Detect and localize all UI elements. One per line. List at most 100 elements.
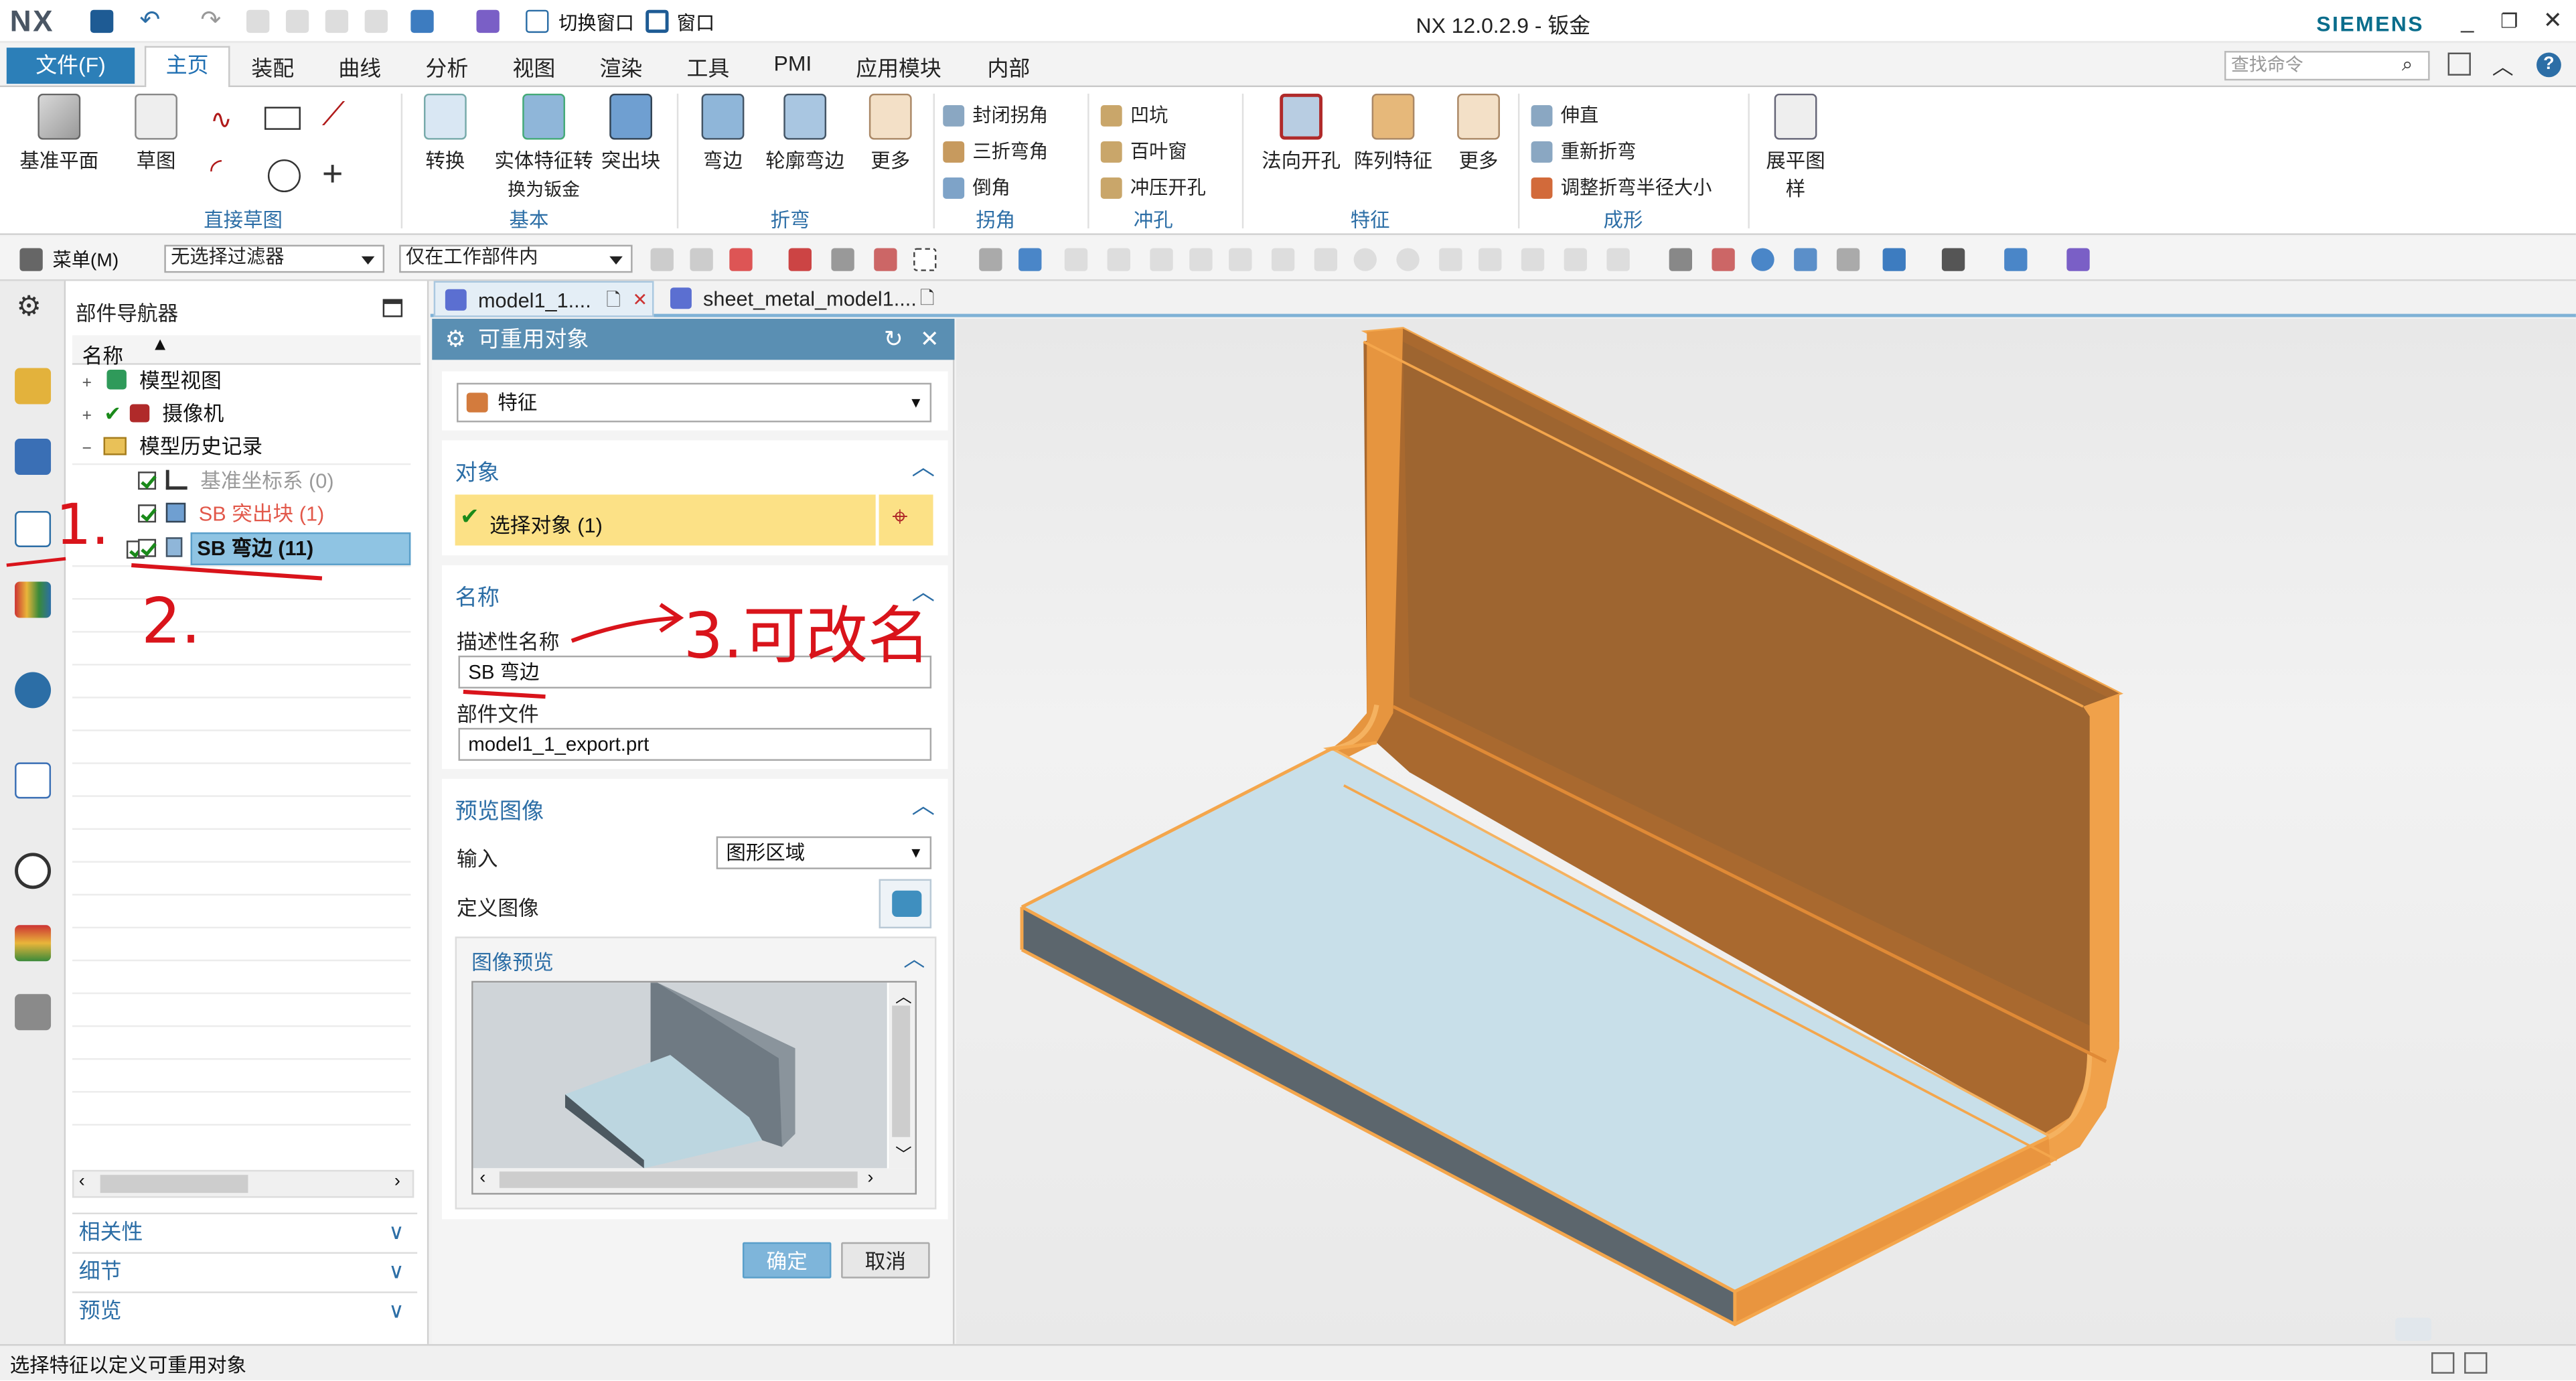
paste-icon[interactable] bbox=[325, 9, 349, 33]
tree-node-tab-feature[interactable]: SB 突出块 (1) bbox=[72, 498, 410, 530]
select-icon[interactable] bbox=[874, 248, 897, 271]
closed-corner-button[interactable]: 封闭拐角 bbox=[943, 102, 1048, 128]
sketch-button[interactable]: 草图 bbox=[119, 93, 194, 174]
rectangle-icon[interactable] bbox=[264, 106, 301, 130]
settings-icon[interactable]: ⚙ bbox=[17, 291, 42, 323]
tab-home[interactable]: 主页 bbox=[144, 46, 230, 88]
louver-button[interactable]: 百叶窗 bbox=[1100, 138, 1187, 164]
scroll-thumb[interactable] bbox=[499, 1171, 858, 1188]
navigator-column-header[interactable]: 名称 ▲ bbox=[72, 335, 421, 368]
close-window-icon[interactable]: ✕ bbox=[2543, 7, 2563, 35]
body-icon[interactable] bbox=[1018, 248, 1042, 271]
rotate-icon[interactable] bbox=[1751, 248, 1774, 271]
contour-flange-button[interactable]: 轮廓弯边 bbox=[759, 93, 850, 174]
doc-tab-sheet-metal-model1[interactable]: sheet_metal_model1.... 🗋 bbox=[660, 281, 939, 317]
select-icon[interactable] bbox=[788, 248, 812, 271]
file-menu-tab[interactable]: 文件(F) bbox=[6, 48, 135, 84]
command-search-input[interactable]: 查找命令 bbox=[2224, 51, 2430, 81]
maximize-panel-icon[interactable] bbox=[382, 299, 403, 317]
view-icon[interactable] bbox=[1836, 248, 1860, 271]
touch-mode-icon[interactable] bbox=[410, 9, 434, 33]
more-bend-button[interactable]: 更多 bbox=[858, 93, 923, 174]
system-materials-icon[interactable] bbox=[15, 925, 52, 962]
convert-button[interactable]: 转换 bbox=[410, 93, 479, 174]
tab-assembly[interactable]: 装配 bbox=[251, 51, 294, 82]
select-icon[interactable] bbox=[729, 248, 753, 271]
tree-node-model-views[interactable]: + 模型视图 bbox=[72, 365, 410, 398]
chamfer-button[interactable]: 倒角 bbox=[943, 174, 1010, 200]
chevron-up-icon[interactable]: ︿ bbox=[912, 789, 935, 822]
section-dependencies[interactable]: 相关性 ∨ bbox=[72, 1212, 418, 1249]
orient-view-icon[interactable] bbox=[2004, 248, 2028, 271]
snap-point-icon[interactable] bbox=[1606, 248, 1630, 271]
three-bend-corner-button[interactable]: 三折弯角 bbox=[943, 138, 1048, 164]
scroll-thumb[interactable] bbox=[892, 1005, 911, 1137]
expand-icon[interactable]: + bbox=[82, 407, 92, 425]
tab-feature-button[interactable]: 突出块 bbox=[598, 93, 664, 174]
search-icon[interactable]: ⌕ bbox=[2402, 53, 2413, 78]
assembly-navigator-icon[interactable] bbox=[15, 368, 52, 405]
window-menu-button[interactable]: 窗口 bbox=[677, 10, 714, 36]
graphics-window[interactable] bbox=[956, 318, 2576, 1344]
name-section-header[interactable]: 名称 bbox=[455, 579, 500, 611]
sheet-metal-part-model[interactable] bbox=[956, 319, 2576, 1344]
snap-point-icon[interactable] bbox=[1396, 248, 1420, 271]
section-details[interactable]: 细节 ∨ bbox=[72, 1252, 418, 1289]
chevron-up-icon[interactable]: ︿ bbox=[912, 450, 935, 483]
snap-point-icon[interactable] bbox=[1439, 248, 1462, 271]
scroll-up-icon[interactable]: ︿ bbox=[895, 983, 912, 1007]
status-icon[interactable] bbox=[2431, 1352, 2455, 1374]
snap-point-icon[interactable] bbox=[1314, 248, 1338, 271]
reuse-library-icon[interactable] bbox=[15, 581, 52, 618]
reset-icon[interactable]: ↻ bbox=[884, 319, 903, 360]
ribbon-options-icon[interactable] bbox=[2447, 52, 2471, 76]
tree-node-flange[interactable]: SB 弯边 (11) bbox=[72, 532, 410, 565]
scroll-left-icon[interactable]: ‹ bbox=[479, 1168, 485, 1187]
object-section-header[interactable]: 对象 bbox=[455, 453, 500, 486]
select-icon[interactable] bbox=[831, 248, 854, 271]
switch-window-icon[interactable] bbox=[526, 9, 549, 33]
visibility-checkbox[interactable] bbox=[138, 504, 157, 523]
fit-view-icon[interactable] bbox=[1669, 248, 1693, 271]
minimize-icon[interactable]: _ bbox=[2461, 7, 2474, 33]
role-icon[interactable] bbox=[15, 994, 52, 1031]
image-preview-header[interactable]: 图像预览 bbox=[471, 945, 554, 976]
selection-scope-dropdown[interactable]: 仅在工作部件内 bbox=[399, 244, 633, 273]
input-dropdown[interactable]: 图形区域 ▼ bbox=[716, 836, 932, 869]
solid-icon[interactable] bbox=[979, 248, 1002, 271]
menu-button[interactable]: 菜单(M) bbox=[53, 246, 119, 273]
window-icon[interactable] bbox=[646, 9, 669, 33]
doc-tab-model1[interactable]: model1_1.... 🗋 ✕ bbox=[433, 281, 654, 317]
snap-icon[interactable] bbox=[690, 248, 713, 271]
snap-icon[interactable] bbox=[650, 248, 674, 271]
visibility-checkbox[interactable] bbox=[138, 538, 157, 557]
tab-internal[interactable]: 内部 bbox=[987, 51, 1030, 82]
snap-point-icon[interactable] bbox=[1271, 248, 1295, 271]
tab-render[interactable]: 渲染 bbox=[599, 51, 642, 82]
tab-analysis[interactable]: 分析 bbox=[425, 51, 468, 82]
line-icon[interactable]: ⟋ bbox=[322, 97, 345, 135]
help-icon[interactable]: ? bbox=[2536, 52, 2561, 78]
tab-curve[interactable]: 曲线 bbox=[338, 51, 381, 82]
snap-point-icon[interactable] bbox=[1150, 248, 1173, 271]
status-icon[interactable] bbox=[2464, 1352, 2488, 1374]
point-icon[interactable]: + bbox=[322, 153, 344, 196]
horizontal-scrollbar[interactable]: ‹ › bbox=[72, 1169, 414, 1198]
show-hide-icon[interactable] bbox=[2066, 248, 2090, 271]
save-icon[interactable] bbox=[90, 9, 114, 33]
scroll-right-icon[interactable]: › bbox=[867, 1168, 873, 1187]
layout-icon[interactable] bbox=[1882, 248, 1906, 271]
arc-icon[interactable]: ◜ bbox=[210, 153, 222, 188]
tree-node-model-history[interactable]: − 模型历史记录 bbox=[72, 431, 410, 463]
preview-image-section-header[interactable]: 预览图像 bbox=[455, 792, 544, 825]
more-feature-button[interactable]: 更多 bbox=[1446, 93, 1511, 174]
snap-point-icon[interactable] bbox=[1521, 248, 1545, 271]
type-filter-dropdown[interactable]: 无选择过滤器 bbox=[164, 244, 385, 273]
snap-point-icon[interactable] bbox=[1064, 248, 1088, 271]
scroll-right-icon[interactable]: › bbox=[394, 1171, 400, 1191]
section-preview[interactable]: 预览 ∨ bbox=[72, 1291, 418, 1328]
customize-icon[interactable] bbox=[476, 9, 500, 33]
snap-point-icon[interactable] bbox=[1229, 248, 1252, 271]
restore-icon[interactable]: ❐ bbox=[2500, 10, 2518, 33]
switch-window-button[interactable]: 切换窗口 bbox=[558, 10, 634, 36]
